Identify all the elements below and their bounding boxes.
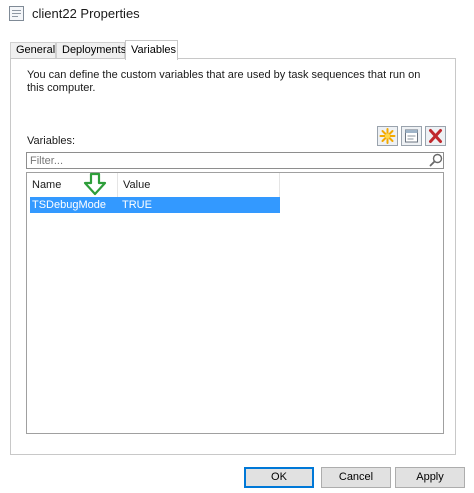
ok-button[interactable]: OK <box>244 467 314 488</box>
delete-variable-button[interactable] <box>425 126 446 146</box>
variable-properties-button[interactable] <box>401 126 422 146</box>
properties-window-icon <box>9 6 24 21</box>
row-value-cell: TRUE <box>122 199 152 211</box>
cancel-button[interactable]: Cancel <box>321 467 391 488</box>
column-header-value[interactable]: Value <box>118 173 280 197</box>
tab-deployments[interactable]: Deployments <box>56 42 126 59</box>
tab-variables[interactable]: Variables <box>125 40 178 60</box>
down-arrow-annotation-icon <box>83 172 107 196</box>
panel-description: You can define the custom variables that… <box>27 69 421 94</box>
apply-button[interactable]: Apply <box>395 467 465 488</box>
tab-general[interactable]: General <box>10 42 56 59</box>
delete-x-icon <box>429 129 442 143</box>
new-variable-button[interactable] <box>377 126 398 146</box>
variables-list[interactable]: Name Value TSDebugMode TRUE <box>26 172 444 434</box>
new-star-icon <box>379 128 396 144</box>
list-header: Name Value <box>27 173 280 197</box>
row-name-cell: TSDebugMode <box>32 199 106 211</box>
title-bar: client22 Properties <box>0 0 474 30</box>
variables-label: Variables: <box>27 135 76 147</box>
variables-panel: You can define the custom variables that… <box>10 58 456 455</box>
properties-icon <box>405 129 418 143</box>
table-row[interactable]: TSDebugMode TRUE <box>30 197 280 213</box>
search-icon <box>429 153 443 167</box>
window-title: client22 Properties <box>32 6 140 21</box>
filter-input[interactable] <box>26 152 444 169</box>
